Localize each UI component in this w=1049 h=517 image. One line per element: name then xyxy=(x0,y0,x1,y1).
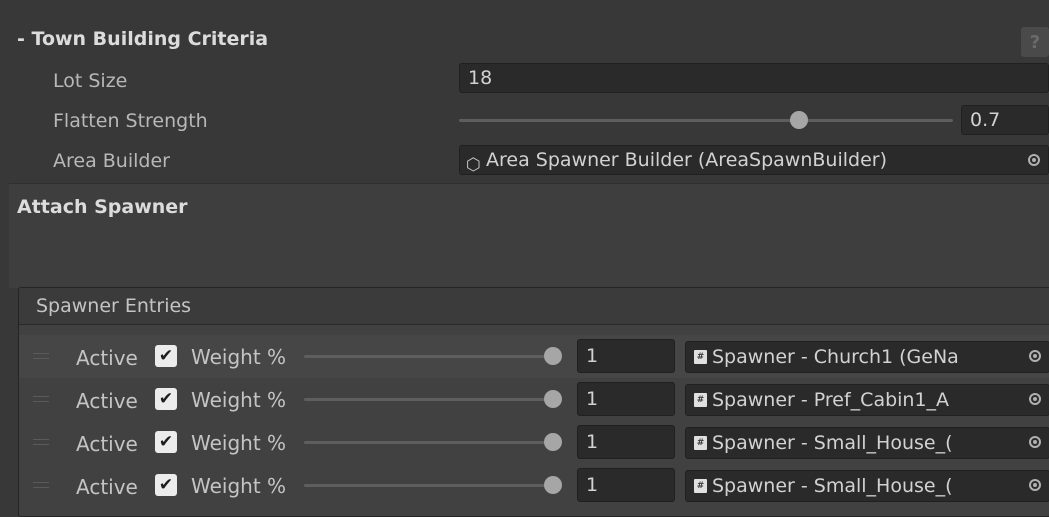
attach-spawner-title: Attach Spawner xyxy=(17,196,188,218)
drag-handle-icon[interactable] xyxy=(33,396,49,402)
drag-handle-icon[interactable] xyxy=(33,482,49,488)
weight-field[interactable]: 1 xyxy=(577,468,675,502)
weight-slider-handle[interactable] xyxy=(544,433,562,451)
active-label: Active xyxy=(76,346,138,370)
weight-slider-handle[interactable] xyxy=(544,347,562,365)
active-checkbox[interactable]: ✔ xyxy=(155,345,177,367)
script-icon: # xyxy=(694,350,707,364)
weight-value: 1 xyxy=(586,388,599,410)
prefab-icon: ⬡ xyxy=(466,155,481,175)
spawner-field[interactable]: # Spawner - Church1 (GeNa xyxy=(685,341,1049,373)
object-picker-icon xyxy=(1028,154,1040,166)
object-picker-icon xyxy=(1029,393,1041,405)
object-picker-button[interactable] xyxy=(1020,146,1048,174)
object-picker-icon xyxy=(1029,350,1041,362)
spawner-field[interactable]: # Spawner - Small_House_( xyxy=(685,470,1049,502)
question-icon: ? xyxy=(1029,31,1041,53)
list-item: Active ✔ Weight % 1 # Spawner - Church1 … xyxy=(19,335,1049,378)
area-builder-value: Area Spawner Builder (AreaSpawnBuilder) xyxy=(486,149,887,171)
drag-handle-icon[interactable] xyxy=(33,439,49,445)
object-picker-icon xyxy=(1029,436,1041,448)
active-label: Active xyxy=(76,432,138,456)
script-icon: # xyxy=(694,393,707,407)
weight-slider-handle[interactable] xyxy=(544,476,562,494)
section-header[interactable]: - Town Building Criteria ? xyxy=(9,19,1049,59)
weight-slider-track[interactable] xyxy=(304,398,554,401)
weight-field[interactable]: 1 xyxy=(577,425,675,459)
slider-track[interactable] xyxy=(459,119,953,122)
list-item: Active ✔ Weight % 1 # Spawner - Small_Ho… xyxy=(19,421,1049,464)
spawner-value: Spawner - Church1 (GeNa xyxy=(712,346,959,368)
inspector-panel: - Town Building Criteria ? Lot Size 18 F… xyxy=(9,9,1049,517)
weight-value: 1 xyxy=(586,474,599,496)
area-builder-label: Area Builder xyxy=(53,150,170,172)
weight-label: Weight % xyxy=(191,388,287,412)
list-item: Active ✔ Weight % 1 # Spawner - Pref_Cab… xyxy=(19,378,1049,421)
object-picker-button[interactable] xyxy=(1021,385,1049,413)
flatten-strength-label: Flatten Strength xyxy=(53,110,208,132)
lot-size-value: 18 xyxy=(468,67,493,89)
weight-slider-track[interactable] xyxy=(304,484,554,487)
section-title[interactable]: - Town Building Criteria xyxy=(17,28,268,50)
spawner-value: Spawner - Small_House_( xyxy=(712,432,953,454)
spawner-field[interactable]: # Spawner - Small_House_( xyxy=(685,427,1049,459)
weight-field[interactable]: 1 xyxy=(577,339,675,373)
weight-label: Weight % xyxy=(191,345,287,369)
lot-size-label: Lot Size xyxy=(53,70,128,92)
script-icon: # xyxy=(694,436,707,450)
spawner-value: Spawner - Small_House_( xyxy=(712,475,953,497)
spawner-value: Spawner - Pref_Cabin1_A xyxy=(712,389,950,411)
object-picker-icon xyxy=(1029,479,1041,491)
list-title: Spawner Entries xyxy=(36,295,192,317)
active-label: Active xyxy=(76,389,138,413)
weight-slider-track[interactable] xyxy=(304,441,554,444)
active-checkbox[interactable]: ✔ xyxy=(155,474,177,496)
active-checkbox[interactable]: ✔ xyxy=(155,431,177,453)
weight-value: 1 xyxy=(586,345,599,367)
weight-field[interactable]: 1 xyxy=(577,382,675,416)
object-picker-button[interactable] xyxy=(1021,471,1049,499)
help-button[interactable]: ? xyxy=(1021,27,1049,57)
active-checkbox[interactable]: ✔ xyxy=(155,388,177,410)
list-item: Active ✔ Weight % 1 # Spawner - Small_Ho… xyxy=(19,464,1049,507)
area-builder-field[interactable]: ⬡ Area Spawner Builder (AreaSpawnBuilder… xyxy=(459,145,1049,175)
attach-spawner-box: Attach Spawner xyxy=(9,183,1049,288)
flatten-strength-value: 0.7 xyxy=(970,109,1001,131)
lot-size-field[interactable]: 18 xyxy=(459,63,1049,93)
weight-label: Weight % xyxy=(191,431,287,455)
spawner-field[interactable]: # Spawner - Pref_Cabin1_A xyxy=(685,384,1049,416)
object-picker-button[interactable] xyxy=(1021,428,1049,456)
drag-handle-icon[interactable] xyxy=(33,353,49,359)
list-header: Spawner Entries xyxy=(19,288,1049,325)
weight-label: Weight % xyxy=(191,474,287,498)
active-label: Active xyxy=(76,475,138,499)
weight-value: 1 xyxy=(586,431,599,453)
spawner-entries-list: Spawner Entries Active ✔ Weight % 1 # Sp… xyxy=(18,287,1049,517)
script-icon: # xyxy=(694,479,707,493)
weight-slider-handle[interactable] xyxy=(544,390,562,408)
object-picker-button[interactable] xyxy=(1021,342,1049,370)
weight-slider-track[interactable] xyxy=(304,355,554,358)
flatten-strength-field[interactable]: 0.7 xyxy=(961,105,1049,135)
slider-handle[interactable] xyxy=(790,111,808,129)
